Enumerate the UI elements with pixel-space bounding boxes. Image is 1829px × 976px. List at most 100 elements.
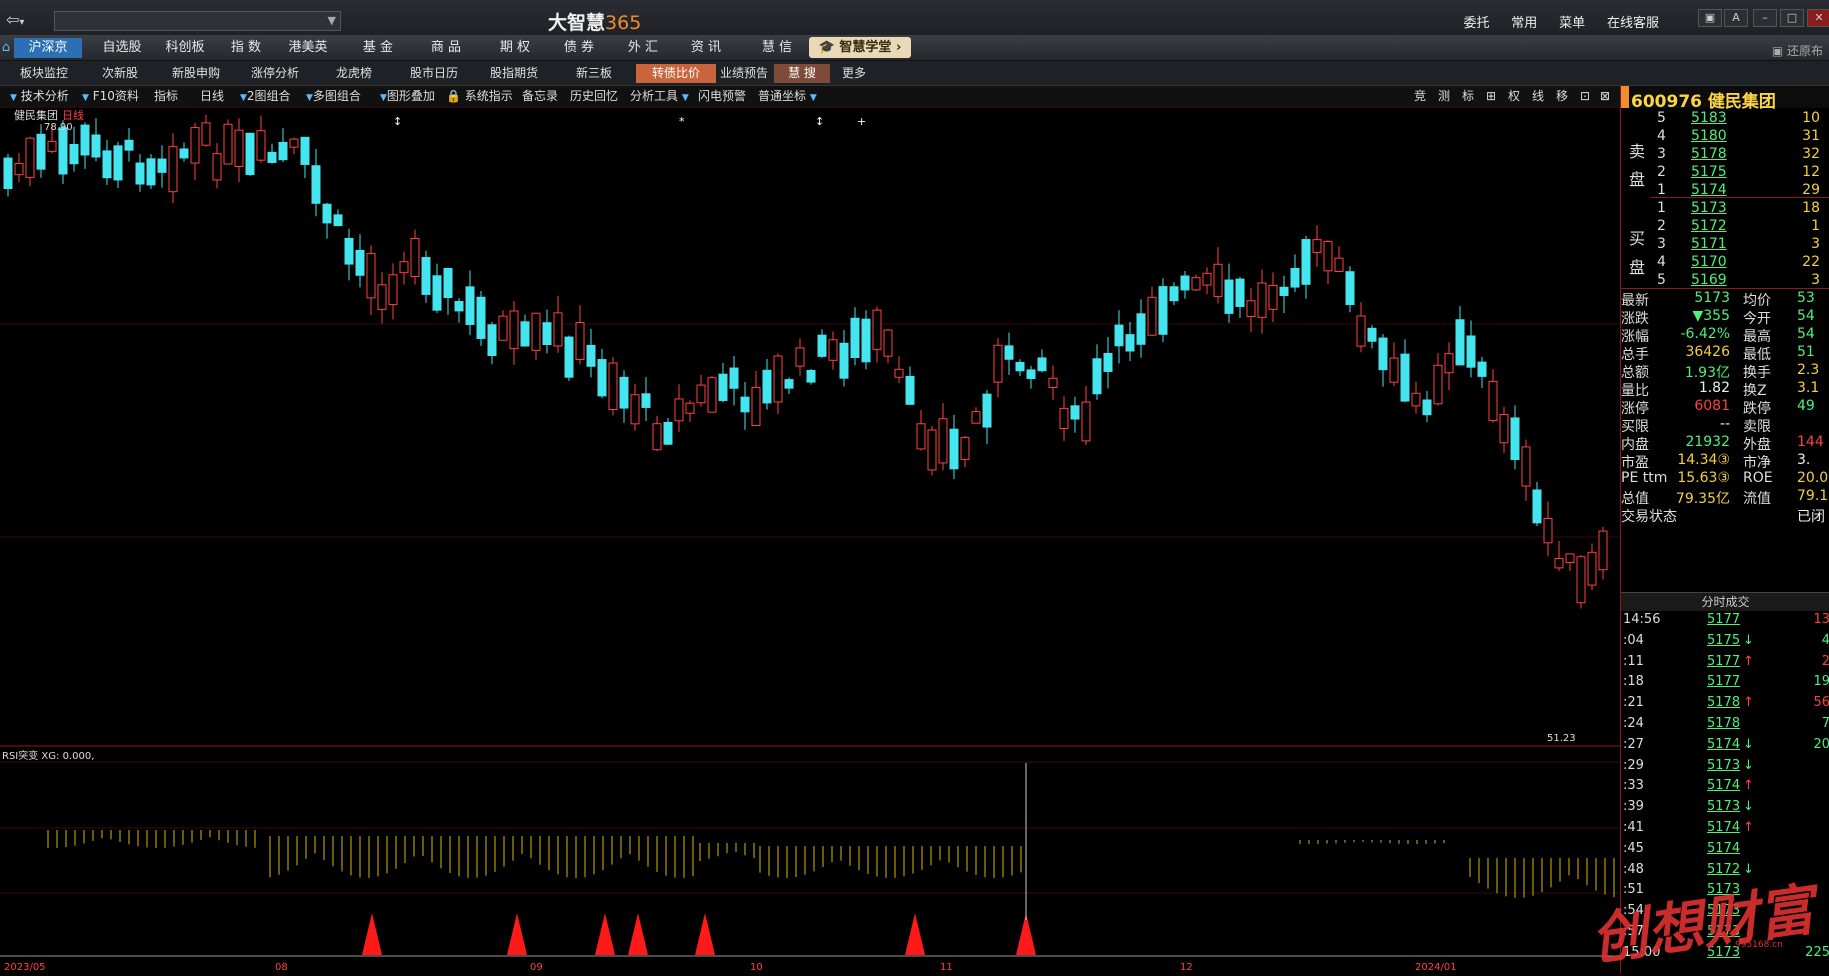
stat-row: 市盈 14.34③ 市净 3. <box>1621 452 1829 472</box>
stat-row: 涨停 6081 跌停 49 <box>1621 398 1829 418</box>
menu-item-commodity[interactable]: 商 品 <box>418 38 474 58</box>
font-icon[interactable]: A <box>1724 9 1748 27</box>
ask-level: 5 <box>1657 110 1666 126</box>
submenu-convertible[interactable]: 转债比价 <box>636 64 716 83</box>
candle-body <box>1279 286 1289 296</box>
submenu-neeq[interactable]: 新三板 <box>558 64 630 83</box>
stat-row: 总手 36426 最低 51 <box>1621 344 1829 364</box>
common-link[interactable]: 常用 <box>1511 16 1537 31</box>
menu-item-shsz[interactable]: 沪深京 <box>14 38 82 58</box>
entrust-link[interactable]: 委托 <box>1463 16 1489 31</box>
tool-2-chart[interactable]: ▼2图组合 <box>240 88 291 105</box>
maximize-button[interactable]: □ <box>1780 9 1804 27</box>
menu-item-options[interactable]: 期 权 <box>487 38 543 58</box>
tool-system-indicator[interactable]: 🔒 系统指示 <box>446 88 513 105</box>
tool-memo[interactable]: 备忘录 <box>522 88 558 105</box>
submenu-more[interactable]: 更多 <box>836 64 872 83</box>
menu-item-news[interactable]: 资 讯 <box>678 38 734 58</box>
stats-block: 最新 5173 均价 53 涨跌 ▼355 今开 54 涨幅 -6.42% 最高 54 总手 36426 最… <box>1621 290 1829 616</box>
tick-price: 5177 <box>1707 674 1741 690</box>
submenu-calendar[interactable]: 股市日历 <box>398 64 470 83</box>
submenu-index-futures[interactable]: 股指期货 <box>478 64 550 83</box>
home-icon[interactable]: ⌂ <box>0 38 12 58</box>
menu-link[interactable]: 菜单 <box>1559 16 1585 31</box>
tool-indicator[interactable]: 指标 <box>154 88 178 105</box>
tool-measure[interactable]: 测 <box>1438 88 1450 105</box>
back-icon[interactable]: ⇦▾ <box>6 10 46 32</box>
tick-price: 5177 <box>1707 653 1741 669</box>
menu-item-watchlist[interactable]: 自选股 <box>92 38 152 58</box>
candle-body <box>586 344 596 367</box>
rsi-panel[interactable]: RSI突变 XG: 0.000, 2023/05 08 09 10 11 12 2024/0… <box>0 748 1620 973</box>
menu-item-bonds[interactable]: 债 券 <box>551 38 607 58</box>
ask-price[interactable]: 5174 <box>1691 182 1727 198</box>
window-icon[interactable]: ⊡ <box>1580 88 1590 105</box>
tick-time: :27 <box>1623 736 1644 752</box>
bid-price[interactable]: 5169 <box>1691 272 1727 288</box>
tool-mark[interactable]: 标 <box>1462 88 1474 105</box>
submenu-sector-monitor[interactable]: 板块监控 <box>8 64 80 83</box>
tool-alert[interactable]: 闪电预警 <box>698 88 746 105</box>
academy-button[interactable]: 🎓 智慧学堂 › <box>809 37 911 58</box>
close-button[interactable]: ✕ <box>1807 9 1829 27</box>
submenu-dragon-tiger[interactable]: 龙虎榜 <box>318 64 390 83</box>
candle-body <box>542 322 552 346</box>
ask-price[interactable]: 5175 <box>1691 164 1727 180</box>
tool-history[interactable]: 历史回忆 <box>570 88 618 105</box>
ask-price[interactable]: 5183 <box>1691 110 1727 126</box>
candle-body <box>553 312 563 347</box>
bid-volume: 3 <box>1811 272 1820 288</box>
ask-price[interactable]: 5180 <box>1691 128 1727 144</box>
tool-multi-chart[interactable]: ▼多图组合 <box>306 88 361 105</box>
online-service-link[interactable]: 在线客服 <box>1607 16 1659 31</box>
address-bar[interactable]: ▼ <box>54 11 341 31</box>
submenu-ipo[interactable]: 新股申购 <box>160 64 232 83</box>
stat-key: 市盈 <box>1621 455 1649 471</box>
candle-body <box>1070 405 1080 420</box>
submenu-new-stocks[interactable]: 次新股 <box>86 64 154 83</box>
tool-move[interactable]: 移 <box>1556 88 1568 105</box>
bid-price[interactable]: 5170 <box>1691 254 1727 270</box>
menu-item-hk-us-uk[interactable]: 港美英 <box>280 38 336 58</box>
candle-body <box>718 373 728 402</box>
tick-time: 14:56 <box>1623 612 1661 627</box>
bid-level: 5 <box>1657 272 1666 288</box>
tool-bid[interactable]: 竞 <box>1414 88 1426 105</box>
tool-coordinate[interactable]: 普通坐标 ▼ <box>758 88 817 105</box>
chevron-down-icon[interactable]: ▼ <box>328 14 336 27</box>
tool-f10[interactable]: ▼ F10资料 <box>82 88 139 105</box>
tool-analysis-tools[interactable]: 分析工具 ▼ <box>630 88 689 105</box>
theme-icon[interactable]: ▣ <box>1698 9 1722 27</box>
tick-volume: 7 <box>1821 716 1829 731</box>
stat-key-2: 卖限 <box>1743 419 1771 435</box>
tool-daily[interactable]: 日线 <box>200 88 224 105</box>
tool-line[interactable]: 线 <box>1532 88 1544 105</box>
candle-body <box>1213 263 1223 297</box>
menu-item-fund[interactable]: 基 金 <box>350 38 406 58</box>
tool-overlay[interactable]: ▼图形叠加 <box>380 88 435 105</box>
submenu-limit-up[interactable]: 涨停分析 <box>240 64 310 83</box>
tick-price: 5173 <box>1707 757 1741 773</box>
menu-item-star-market[interactable]: 科创板 <box>155 38 215 58</box>
submenu-earnings[interactable]: 业绩预告 <box>718 64 770 83</box>
tool-rights[interactable]: 权 <box>1508 88 1520 105</box>
menu-item-forex[interactable]: 外 汇 <box>615 38 671 58</box>
submenu-search[interactable]: 慧 搜 <box>774 64 830 83</box>
restore-layout[interactable]: ▣ 还原布 <box>1772 42 1823 59</box>
bid-price[interactable]: 5172 <box>1691 218 1727 234</box>
menu-item-index[interactable]: 指 数 <box>218 38 274 58</box>
ask-volume: 29 <box>1802 182 1820 198</box>
tool-tech-analysis[interactable]: ▼ 技术分析 <box>10 88 69 105</box>
expand-icon[interactable]: ⊠ <box>1600 88 1610 105</box>
menu-item-huixin[interactable]: 慧 信 <box>749 38 805 58</box>
candle-body <box>1202 272 1212 286</box>
ask-price[interactable]: 5178 <box>1691 146 1727 162</box>
minimize-button[interactable]: – <box>1753 9 1777 27</box>
grid-icon[interactable]: ⊞ <box>1486 88 1496 105</box>
candle-body <box>498 315 508 341</box>
bid-price[interactable]: 5173 <box>1691 200 1727 216</box>
candle-body <box>146 158 156 186</box>
stat-key: 总额 <box>1621 365 1649 381</box>
kline-chart[interactable]: 健民集团 日线 78.90 51.23 ↕ * ↕ + <box>0 107 1620 747</box>
bid-price[interactable]: 5171 <box>1691 236 1727 252</box>
